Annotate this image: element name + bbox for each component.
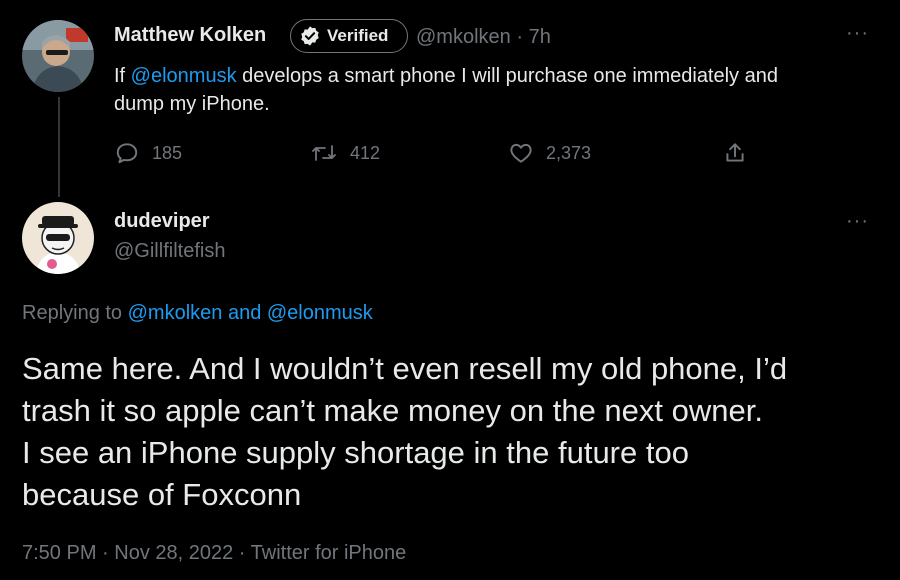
main-tweet-line: Same here. And I wouldn’t even resell my… <box>22 351 788 386</box>
avatar-matthew-kolken[interactable] <box>22 20 94 92</box>
display-name-dudeviper[interactable]: dudeviper <box>114 210 210 233</box>
verified-badge[interactable]: Verified <box>290 19 408 53</box>
verified-label: Verified <box>327 26 389 45</box>
replying-to-links[interactable]: @mkolken and @elonmusk <box>128 302 373 324</box>
handle[interactable]: @mkolken <box>416 26 511 48</box>
meta-separator: · <box>516 26 524 48</box>
reply-button[interactable]: 185 <box>114 140 182 166</box>
verified-badge-icon <box>299 25 321 47</box>
main-tweet-line: I see an iPhone supply shortage in the f… <box>22 435 689 470</box>
time-ago[interactable]: 7h <box>529 26 551 48</box>
retweet-count: 412 <box>350 142 381 163</box>
avatar-dudeviper[interactable] <box>22 202 94 274</box>
share-icon <box>722 140 748 166</box>
reply-icon <box>114 140 140 166</box>
main-tweet-text: Same here. And I wouldn’t even resell my… <box>22 348 892 516</box>
tweet-timestamp[interactable]: 7:50 PM · Nov 28, 2022 · Twitter for iPh… <box>22 542 406 565</box>
tweet-text-line-2: dump my iPhone. <box>114 93 270 115</box>
replying-to: Replying to @mkolken and @elonmusk <box>22 302 373 325</box>
thread-connector-line <box>58 97 60 197</box>
heart-icon <box>508 140 534 166</box>
tweet-text-prefix: If <box>114 65 131 87</box>
main-tweet-line: trash it so apple can’t make money on th… <box>22 393 763 428</box>
retweet-icon <box>310 140 338 166</box>
like-button[interactable]: 2,373 <box>508 140 591 166</box>
replying-prefix: Replying to <box>22 302 128 324</box>
more-options-icon[interactable]: ··· <box>846 210 869 233</box>
tweet-text-line-1: If @elonmusk develops a smart phone I wi… <box>114 62 874 90</box>
mention-link[interactable]: @elonmusk <box>131 65 237 87</box>
tweet-text: If @elonmusk develops a smart phone I wi… <box>114 62 874 118</box>
share-button[interactable] <box>722 140 748 166</box>
main-tweet-line: because of Foxconn <box>22 477 302 512</box>
more-options-icon[interactable]: ··· <box>846 22 869 45</box>
handle-gillfiltefish[interactable]: @Gillfiltefish <box>114 240 225 263</box>
retweet-button[interactable]: 412 <box>310 140 380 166</box>
reply-count: 185 <box>152 142 183 163</box>
display-name[interactable]: Matthew Kolken <box>114 24 266 47</box>
tweet-meta: @mkolken · 7h <box>416 26 551 49</box>
tweet-text-rest: develops a smart phone I will purchase o… <box>236 65 778 87</box>
like-count: 2,373 <box>546 142 592 163</box>
